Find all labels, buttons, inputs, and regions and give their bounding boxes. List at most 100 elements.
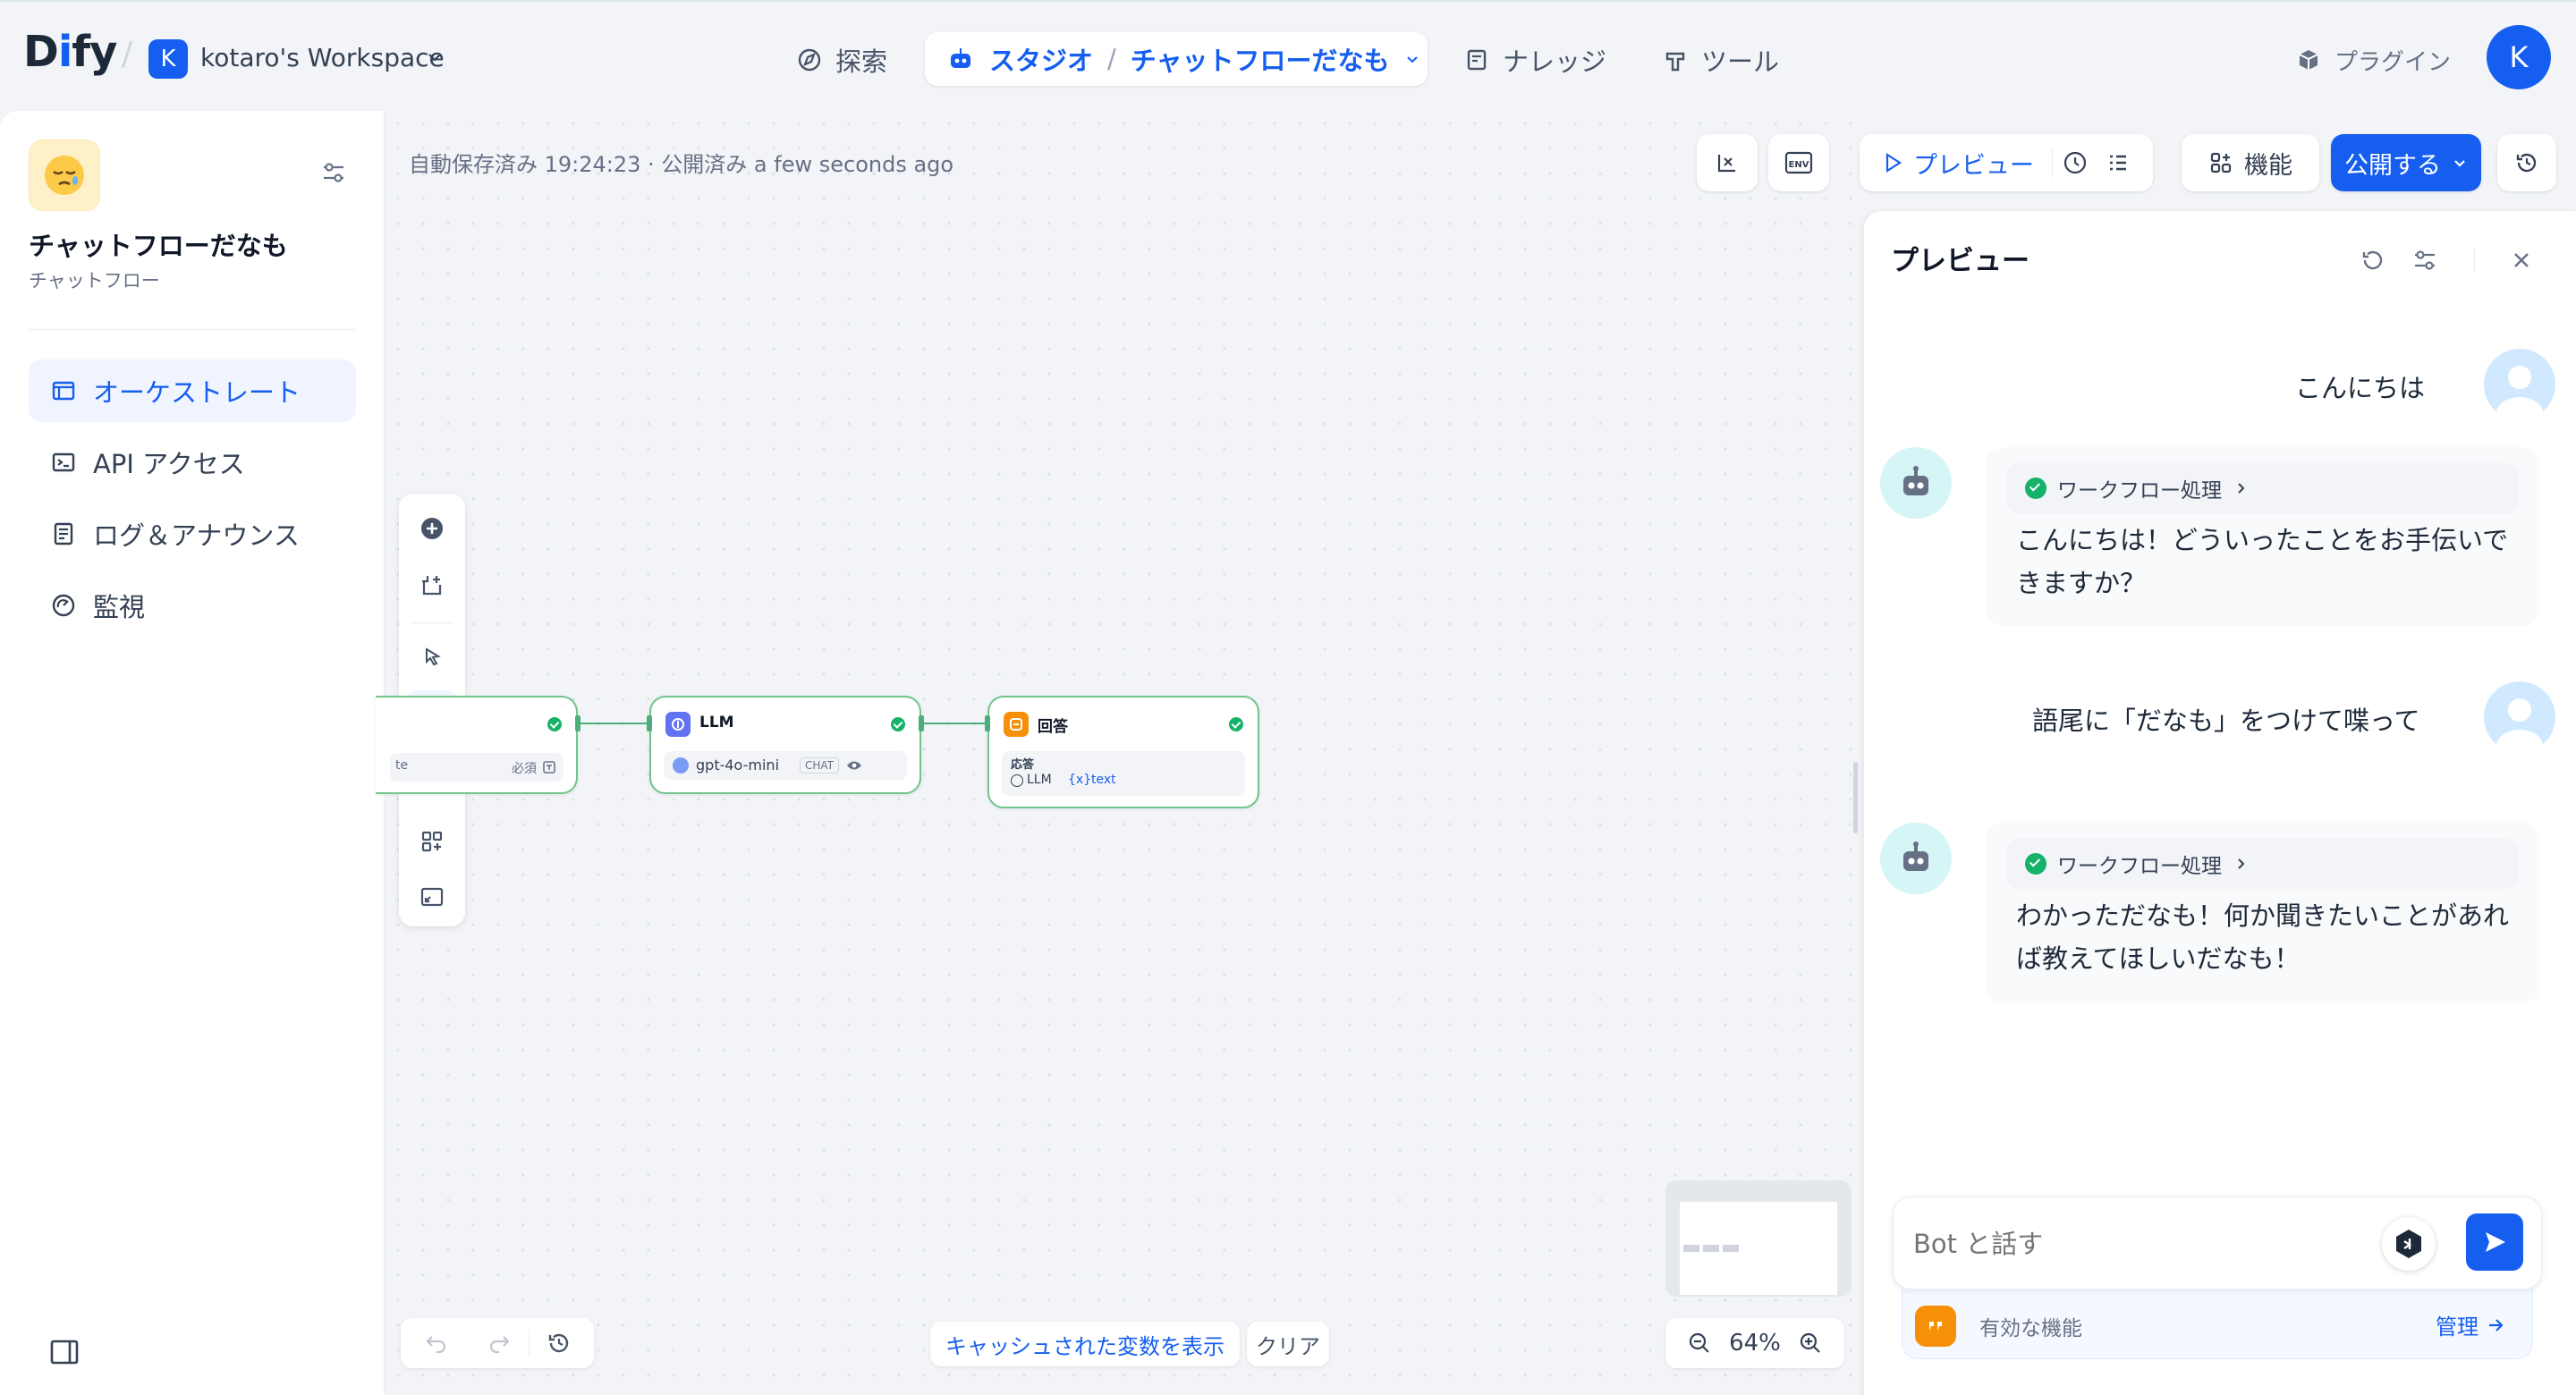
chevron-down-icon[interactable] <box>426 48 444 66</box>
voice-input-button[interactable] <box>2382 1217 2436 1271</box>
minimap[interactable] <box>1665 1180 1852 1297</box>
divider: / <box>122 36 133 72</box>
eye-icon <box>847 761 861 770</box>
workspace-name[interactable]: kotaro's Workspace <box>200 43 445 72</box>
manage-features-link[interactable]: 管理 <box>2436 1309 2505 1340</box>
organize-blocks-button[interactable] <box>408 817 456 866</box>
history-run-icon[interactable] <box>2062 149 2089 176</box>
divider <box>411 622 453 623</box>
version-history-button[interactable] <box>2497 134 2556 191</box>
quote-icon <box>1915 1306 1956 1347</box>
redo-icon[interactable] <box>486 1330 513 1357</box>
answer-content: 応答 LLM {x} text <box>1002 751 1245 796</box>
sidebar-item-label: 監視 <box>93 592 146 622</box>
start-node[interactable]: te 必須 <box>376 696 578 794</box>
sidebar-item-orchestrate[interactable]: オーケストレート <box>29 359 356 422</box>
sidebar-item-label: オーケストレート <box>93 377 301 408</box>
plus-circle-icon <box>421 518 443 539</box>
clear-cache-button[interactable]: クリア <box>1247 1322 1329 1366</box>
workspace-avatar[interactable]: K <box>148 39 188 79</box>
cursor-icon <box>426 647 441 666</box>
answer-icon <box>1010 718 1022 731</box>
preview-button[interactable]: プレビュー <box>1913 146 2034 181</box>
sidebar-collapse-icon[interactable] <box>48 1336 80 1368</box>
robot-icon <box>951 48 970 68</box>
settings-sliders-icon[interactable] <box>2410 245 2440 275</box>
panel-resize-handle[interactable] <box>1853 762 1858 833</box>
env-variables-button[interactable]: ENV <box>1768 134 1829 191</box>
play-icon <box>1885 152 1902 173</box>
bot-message-text: わかっただなも！何か聞きたいことがあれば教えてほしいだなも！ <box>2016 900 2510 974</box>
openai-icon <box>673 757 689 774</box>
app-sidebar: チャットフローだなも チャットフロー オーケストレート API アクセス ログ＆… <box>0 111 385 1395</box>
add-node-button[interactable] <box>408 504 456 553</box>
settings-sliders-icon[interactable] <box>318 157 349 188</box>
zoom-out-icon[interactable] <box>1686 1330 1713 1357</box>
success-check-icon <box>547 717 562 731</box>
dify-logo[interactable]: Dify <box>23 27 117 77</box>
answer-ref-var: text <box>1091 773 1116 787</box>
user-silhouette-icon <box>2496 366 2543 420</box>
divider <box>528 1330 530 1357</box>
nav-tools[interactable]: ツール <box>1662 36 1779 84</box>
minimap-node <box>1683 1245 1699 1252</box>
arrow-right-icon <box>2489 1318 2504 1332</box>
llm-model-name: gpt-4o-mini <box>696 757 780 774</box>
history-icon[interactable] <box>546 1330 572 1357</box>
divider <box>29 329 356 330</box>
zoom-in-icon[interactable] <box>1797 1330 1824 1357</box>
layout-icon <box>52 381 75 401</box>
app-name: チャットフローだなも <box>29 231 288 261</box>
workflow-process-label: ワークフロー処理 <box>2057 855 2222 878</box>
workflow-process-label: ワークフロー処理 <box>2057 479 2222 503</box>
llm-node[interactable]: LLM gpt-4o-mini CHAT <box>649 696 921 794</box>
cube-icon <box>2299 50 2318 70</box>
undo-icon[interactable] <box>423 1330 450 1357</box>
success-check-icon <box>2025 478 2046 499</box>
chevron-down-icon[interactable] <box>1404 51 1420 67</box>
autosave-status: 自動保存済み 19:24:23 · 公開済み a few seconds ago <box>409 152 954 177</box>
checklist-icon[interactable] <box>2105 149 2131 176</box>
pointer-mode-button[interactable] <box>408 633 456 681</box>
features-button[interactable]: 機能 <box>2182 134 2319 191</box>
nav-knowledge[interactable]: ナレッジ <box>1463 36 1606 84</box>
user-message: こんにちは <box>2295 373 2426 403</box>
workflow-process-chip[interactable]: ワークフロー処理 <box>2007 839 2519 889</box>
sleepy-face-icon <box>45 156 84 195</box>
close-icon[interactable] <box>2506 245 2537 275</box>
answer-node[interactable]: 回答 応答 LLM {x} text <box>987 696 1259 808</box>
robot-icon <box>1903 841 1928 871</box>
variable-x-icon <box>1717 155 1735 173</box>
add-note-button[interactable] <box>408 562 456 610</box>
grid-plus-icon <box>2210 152 2232 173</box>
minimap-toggle-button[interactable] <box>408 873 456 921</box>
llm-node-title: LLM <box>699 714 734 731</box>
env-icon: ENV <box>1784 151 1813 174</box>
nav-plugins[interactable]: プラグイン <box>2295 36 2451 84</box>
robot-icon <box>1903 466 1928 495</box>
sidebar-item-monitor[interactable]: 監視 <box>29 574 356 637</box>
show-cached-variables-button[interactable]: キャッシュされた変数を表示 <box>930 1322 1240 1366</box>
zoom-level[interactable]: 64% <box>1729 1330 1781 1357</box>
edge-llm-answer <box>923 723 995 724</box>
node-input-handle[interactable] <box>647 715 652 731</box>
sidebar-item-api[interactable]: API アクセス <box>29 431 356 494</box>
node-input-handle[interactable] <box>985 715 990 731</box>
publish-button[interactable]: 公開する <box>2331 134 2481 191</box>
clear-variables-button[interactable] <box>1697 134 1758 191</box>
workflow-process-chip[interactable]: ワークフロー処理 <box>2007 463 2519 513</box>
hammer-icon <box>1665 52 1685 72</box>
refresh-icon[interactable] <box>2358 245 2388 275</box>
app-type: チャットフロー <box>29 270 160 292</box>
sidebar-item-logs[interactable]: ログ＆アナウンス <box>29 503 356 565</box>
send-button[interactable] <box>2466 1213 2523 1271</box>
terminal-icon <box>52 452 75 472</box>
nav-explore[interactable]: 探索 <box>796 36 887 84</box>
llm-mode-badge: CHAT <box>800 757 840 774</box>
user-avatar[interactable]: K <box>2487 25 2551 89</box>
chat-input[interactable] <box>1913 1222 2343 1265</box>
current-app-name[interactable]: チャットフローだなも <box>1131 40 1390 78</box>
answer-label: 応答 <box>1011 758 1035 772</box>
nav-studio[interactable]: スタジオ / チャットフローだなも <box>925 32 1428 86</box>
preview-title: プレビュー <box>1891 245 2029 277</box>
